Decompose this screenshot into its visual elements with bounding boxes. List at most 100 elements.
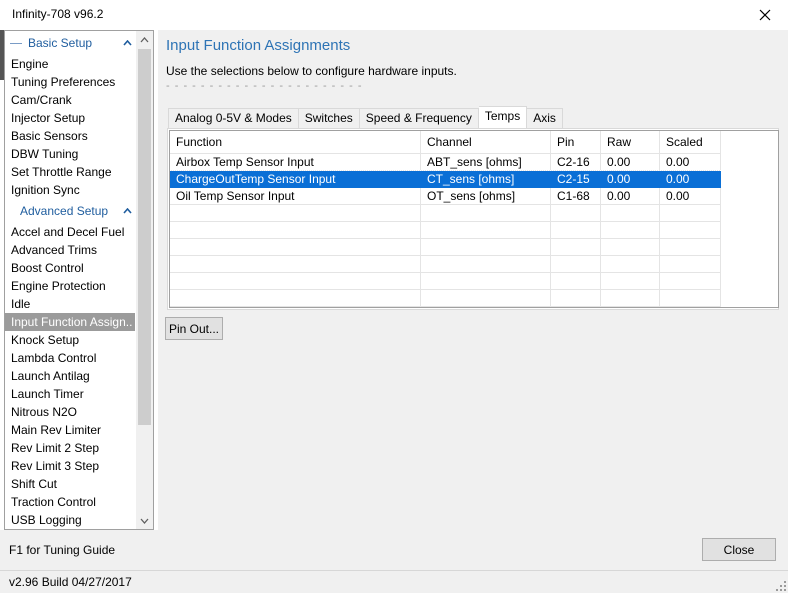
table-cell-raw	[601, 222, 660, 239]
sidebar-item-launch-antilag[interactable]: Launch Antilag	[5, 367, 135, 385]
table-cell-scaled: 0.00	[660, 171, 721, 188]
scroll-up-button[interactable]	[136, 31, 153, 48]
sidebar-item-main-rev-limiter[interactable]: Main Rev Limiter	[5, 421, 135, 439]
table-cell-function	[170, 256, 421, 273]
table-cell-function	[170, 222, 421, 239]
chevron-up-icon[interactable]	[119, 206, 135, 216]
column-header-channel[interactable]: Channel	[421, 131, 551, 154]
window-title: Infinity-708 v96.2	[12, 7, 104, 21]
table-cell-function	[170, 239, 421, 256]
table-row	[170, 290, 722, 307]
table-cell-pin	[551, 290, 601, 307]
table-cell-pin: C1-68	[551, 188, 601, 205]
table-cell-raw: 0.00	[601, 188, 660, 205]
sidebar-item-shift-cut[interactable]: Shift Cut	[5, 475, 135, 493]
table-cell-function: Oil Temp Sensor Input	[170, 188, 421, 205]
table-cell-pin	[551, 222, 601, 239]
sidebar-list: Basic Setup Engine Tuning Preferences Cam/C…	[5, 31, 135, 529]
column-header-scaled[interactable]: Scaled	[660, 131, 721, 154]
table-cell-function	[170, 273, 421, 290]
table-cell-raw	[601, 273, 660, 290]
sidebar-item-ignition-sync[interactable]: Ignition Sync	[5, 181, 135, 199]
sidebar-item-lambda-control[interactable]: Lambda Control	[5, 349, 135, 367]
table-cell-raw	[601, 290, 660, 307]
table-cell-channel: OT_sens [ohms]	[421, 188, 551, 205]
sidebar-item-idle[interactable]: Idle	[5, 295, 135, 313]
table-cell-raw: 0.00	[601, 154, 660, 171]
tab-panel: Function Channel Pin Raw Scaled Airbox Temp S…	[167, 128, 779, 310]
section-line	[10, 42, 22, 44]
table-row[interactable]: ChargeOutTemp Sensor Input CT_sens [ohms]…	[170, 170, 723, 189]
table-cell-pin	[551, 239, 601, 256]
table-row	[170, 239, 722, 256]
table-row	[170, 256, 722, 273]
sidebar-scrollbar[interactable]	[136, 31, 153, 529]
scroll-down-button[interactable]	[136, 512, 153, 529]
table-cell-pin: C2-16	[551, 154, 601, 171]
tuning-guide-hint: F1 for Tuning Guide	[9, 543, 116, 557]
sidebar-item-cam-crank[interactable]: Cam/Crank	[5, 91, 135, 109]
footer: F1 for Tuning Guide Close	[0, 530, 788, 570]
sidebar-section-advanced-setup[interactable]: Advanced Setup	[5, 199, 135, 223]
tab-strip: Analog 0-5V & Modes Switches Speed & Frequ…	[168, 106, 563, 128]
sidebar-section-title: Basic Setup	[28, 36, 93, 50]
sidebar-item-set-throttle-range[interactable]: Set Throttle Range	[5, 163, 135, 181]
dashed-divider: - - - - - - - - - - - - - - - - - - - - …	[166, 80, 363, 92]
sidebar-section-basic-setup[interactable]: Basic Setup	[5, 31, 135, 55]
table-cell-raw	[601, 239, 660, 256]
chevron-up-icon[interactable]	[119, 38, 135, 48]
table-cell-pin	[551, 273, 601, 290]
table-row	[170, 222, 722, 239]
close-button[interactable]: Close	[702, 538, 776, 561]
tab-analog-0-5v-modes[interactable]: Analog 0-5V & Modes	[168, 108, 299, 128]
close-window-button[interactable]	[742, 0, 788, 30]
sidebar-item-rev-limit-3-step[interactable]: Rev Limit 3 Step	[5, 457, 135, 475]
table-cell-raw	[601, 205, 660, 222]
table-cell-pin	[551, 205, 601, 222]
column-header-raw[interactable]: Raw	[601, 131, 660, 154]
table-header-row: Function Channel Pin Raw Scaled	[170, 131, 722, 154]
sidebar-item-nitrous-n2o[interactable]: Nitrous N2O	[5, 403, 135, 421]
table-cell-scaled	[660, 273, 721, 290]
pin-out-button[interactable]: Pin Out...	[165, 317, 223, 340]
sidebar-item-usb-logging[interactable]: USB Logging	[5, 511, 135, 529]
sidebar-item-dbw-tuning[interactable]: DBW Tuning	[5, 145, 135, 163]
resize-grip-icon[interactable]	[776, 581, 786, 591]
column-header-function[interactable]: Function	[170, 131, 421, 154]
sidebar-item-injector-setup[interactable]: Injector Setup	[5, 109, 135, 127]
table-cell-channel: ABT_sens [ohms]	[421, 154, 551, 171]
sidebar-item-input-function-assign[interactable]: Input Function Assign..	[5, 313, 135, 331]
sidebar-item-knock-setup[interactable]: Knock Setup	[5, 331, 135, 349]
sidebar-item-advanced-trims[interactable]: Advanced Trims	[5, 241, 135, 259]
sidebar-item-traction-control[interactable]: Traction Control	[5, 493, 135, 511]
sidebar-item-tuning-preferences[interactable]: Tuning Preferences	[5, 73, 135, 91]
tab-switches[interactable]: Switches	[298, 108, 360, 128]
sidebar-item-boost-control[interactable]: Boost Control	[5, 259, 135, 277]
table-cell-raw	[601, 256, 660, 273]
table-cell-scaled	[660, 205, 721, 222]
table-cell-function: ChargeOutTemp Sensor Input	[170, 171, 421, 188]
column-header-pin[interactable]: Pin	[551, 131, 601, 154]
sidebar-item-accel-and-decel-fuel[interactable]: Accel and Decel Fuel	[5, 223, 135, 241]
table-cell-channel	[421, 222, 551, 239]
tab-axis[interactable]: Axis	[527, 108, 563, 128]
title-bar: Infinity-708 v96.2	[0, 0, 788, 30]
tab-temps[interactable]: Temps	[478, 106, 528, 128]
sidebar-item-basic-sensors[interactable]: Basic Sensors	[5, 127, 135, 145]
arrow-up-icon	[140, 36, 149, 42]
tab-speed-frequency[interactable]: Speed & Frequency	[359, 108, 479, 128]
table-row	[170, 273, 722, 290]
sidebar-item-engine[interactable]: Engine	[5, 55, 135, 73]
table-row[interactable]: Oil Temp Sensor Input OT_sens [ohms] C1-68…	[170, 188, 722, 205]
page-description: Use the selections below to configure ha…	[166, 64, 457, 78]
table-row[interactable]: Airbox Temp Sensor Input ABT_sens [ohms] C…	[170, 154, 722, 171]
table-cell-scaled: 0.00	[660, 188, 721, 205]
sidebar-item-engine-protection[interactable]: Engine Protection	[5, 277, 135, 295]
sidebar-item-rev-limit-2-step[interactable]: Rev Limit 2 Step	[5, 439, 135, 457]
table-cell-scaled	[660, 256, 721, 273]
scroll-thumb[interactable]	[138, 49, 151, 425]
content-panel: Input Function Assignments Use the selec…	[158, 30, 788, 530]
table-cell-pin	[551, 256, 601, 273]
status-bar: v2.96 Build 04/27/2017	[0, 570, 788, 593]
sidebar-item-launch-timer[interactable]: Launch Timer	[5, 385, 135, 403]
